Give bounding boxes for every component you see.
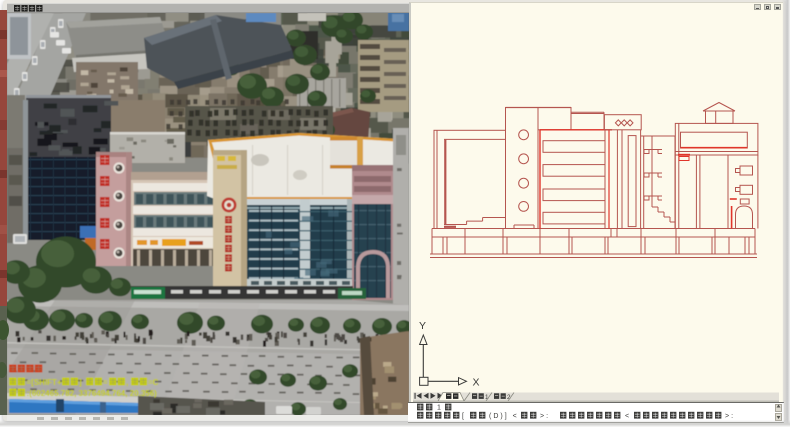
svg-text:1: 1	[437, 405, 443, 412]
svg-text:>:: >:	[725, 413, 735, 420]
svg-text:(D)] <: (D)] <	[489, 413, 519, 420]
svg-text:>:: >:	[540, 413, 550, 420]
svg-text:<: <	[625, 413, 631, 420]
svg-text:[: [	[462, 413, 466, 420]
